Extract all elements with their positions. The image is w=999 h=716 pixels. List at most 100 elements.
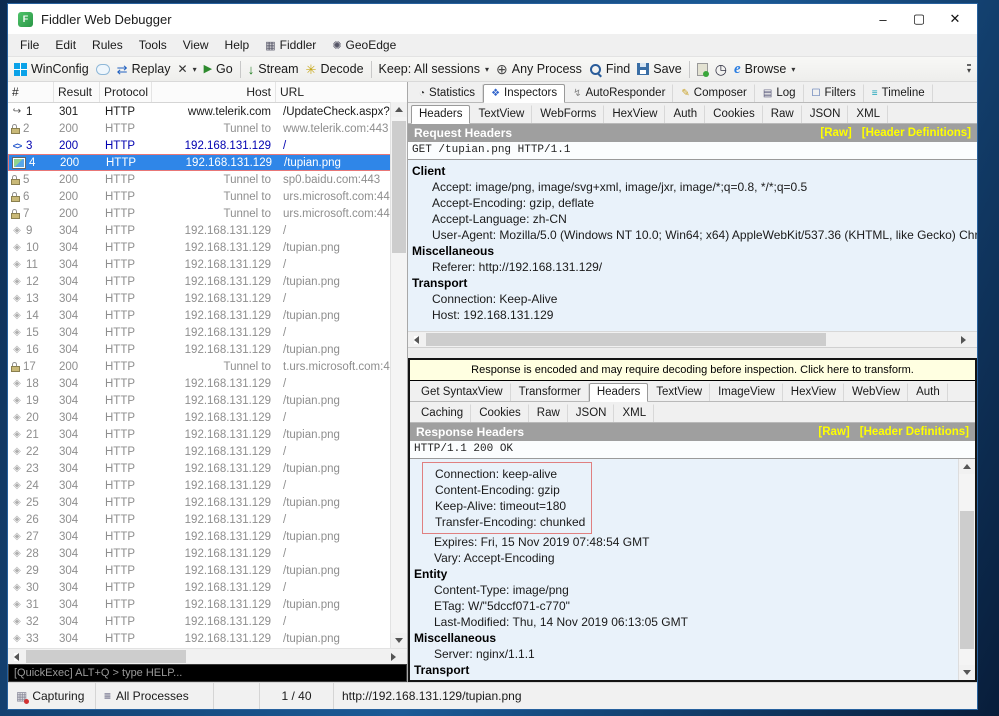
column-header-[interactable]: # <box>8 82 54 102</box>
menu-item-rules[interactable]: Rules <box>84 36 131 54</box>
response-tab-webview[interactable]: WebView <box>844 383 908 401</box>
menu-item-geoedge[interactable]: ✺GeoEdge <box>324 36 404 54</box>
scroll-down-icon[interactable] <box>959 665 975 680</box>
table-row[interactable]: 17200HTTPTunnel tot.urs.microsoft.com:44… <box>8 358 407 375</box>
table-row[interactable]: ◈25304HTTP192.168.131.129/tupian.png <box>8 494 407 511</box>
table-row[interactable]: 4200HTTP192.168.131.129/tupian.png <box>8 154 407 171</box>
response-tab-textview[interactable]: TextView <box>648 383 710 401</box>
response-tab-auth[interactable]: Auth <box>908 383 948 401</box>
table-row[interactable]: 7200HTTPTunnel tours.microsoft.com:443 <box>8 205 407 222</box>
table-row[interactable]: ◈11304HTTP192.168.131.129/ <box>8 256 407 273</box>
table-row[interactable]: ◈28304HTTP192.168.131.129/ <box>8 545 407 562</box>
scroll-thumb[interactable] <box>392 121 406 253</box>
response-vertical-scrollbar[interactable] <box>958 459 975 680</box>
response-tab-headers[interactable]: Headers <box>589 383 648 402</box>
keep-all-sessions-button[interactable]: Keep: All sessions▾ <box>379 62 489 76</box>
request-tab-auth[interactable]: Auth <box>665 105 705 123</box>
close-button[interactable]: ✕ <box>937 6 973 32</box>
table-row[interactable]: 2200HTTPTunnel towww.telerik.com:443 <box>8 120 407 137</box>
maximize-button[interactable]: ▢ <box>901 6 937 32</box>
table-row[interactable]: ◈26304HTTP192.168.131.129/ <box>8 511 407 528</box>
tab-statistics[interactable]: ◔Statistics <box>411 84 483 102</box>
table-row[interactable]: ◈16304HTTP192.168.131.129/tupian.png <box>8 341 407 358</box>
response-tab-caching[interactable]: Caching <box>413 404 471 422</box>
table-row[interactable]: ◈14304HTTP192.168.131.129/tupian.png <box>8 307 407 324</box>
tab-composer[interactable]: ✎Composer <box>673 84 754 102</box>
table-row[interactable]: ◈20304HTTP192.168.131.129/ <box>8 409 407 426</box>
go-button[interactable]: ▶Go <box>204 62 233 76</box>
process-filter[interactable]: ≡ All Processes <box>96 683 214 709</box>
response-tab-raw[interactable]: Raw <box>529 404 568 422</box>
request-tab-textview[interactable]: TextView <box>470 105 532 123</box>
request-tab-raw[interactable]: Raw <box>763 105 802 123</box>
table-row[interactable]: ↪1301HTTPwww.telerik.com/UpdateCheck.asp… <box>8 103 407 120</box>
browse-button[interactable]: eBrowse▾ <box>734 62 795 77</box>
clock-button[interactable]: ◷ <box>715 62 727 76</box>
menu-item-edit[interactable]: Edit <box>47 36 84 54</box>
session-vertical-scrollbar[interactable] <box>390 102 407 648</box>
winconfig-button[interactable]: WinConfig <box>14 62 89 76</box>
table-row[interactable]: ◈10304HTTP192.168.131.129/tupian.png <box>8 239 407 256</box>
menu-item-fiddler[interactable]: ▦Fiddler <box>257 36 324 54</box>
scroll-thumb[interactable] <box>426 333 826 346</box>
table-row[interactable]: ◈12304HTTP192.168.131.129/tupian.png <box>8 273 407 290</box>
scroll-left-icon[interactable] <box>8 649 24 664</box>
scroll-up-icon[interactable] <box>959 459 975 474</box>
response-tab-cookies[interactable]: Cookies <box>471 404 529 422</box>
request-tab-webforms[interactable]: WebForms <box>532 105 604 123</box>
table-row[interactable]: ◈9304HTTP192.168.131.129/ <box>8 222 407 239</box>
table-row[interactable]: ◈23304HTTP192.168.131.129/tupian.png <box>8 460 407 477</box>
session-horizontal-scrollbar[interactable] <box>8 648 407 664</box>
table-row[interactable]: ◈32304HTTP192.168.131.129/ <box>8 613 407 630</box>
scroll-right-icon[interactable] <box>391 649 407 664</box>
toolbar-overflow-icon[interactable]: ▾ <box>967 64 971 75</box>
column-header-url[interactable]: URL <box>276 82 407 102</box>
paste-button[interactable] <box>697 63 708 76</box>
panel-splitter[interactable] <box>408 347 977 358</box>
response-tab-xml[interactable]: XML <box>614 404 654 422</box>
response-tab-imageview[interactable]: ImageView <box>710 383 783 401</box>
response-tab-get-syntaxview[interactable]: Get SyntaxView <box>413 383 511 401</box>
table-row[interactable]: 6200HTTPTunnel tours.microsoft.com:443 <box>8 188 407 205</box>
menu-item-tools[interactable]: Tools <box>131 36 175 54</box>
capturing-indicator[interactable]: ▦ Capturing <box>8 683 96 709</box>
table-row[interactable]: 5200HTTPTunnel tosp0.baidu.com:443 <box>8 171 407 188</box>
find-button[interactable]: Find <box>589 62 630 76</box>
table-row[interactable]: ◈19304HTTP192.168.131.129/tupian.png <box>8 392 407 409</box>
replay-button[interactable]: ⇄Replay <box>117 62 171 76</box>
table-row[interactable]: ◈22304HTTP192.168.131.129/ <box>8 443 407 460</box>
decode-button[interactable]: ✳Decode <box>306 62 364 76</box>
table-row[interactable]: ◈15304HTTP192.168.131.129/ <box>8 324 407 341</box>
tab-autoresponder[interactable]: ↯AutoResponder <box>565 84 673 102</box>
request-tab-hexview[interactable]: HexView <box>604 105 665 123</box>
tab-timeline[interactable]: ≡Timeline <box>864 84 933 102</box>
request-tab-json[interactable]: JSON <box>802 105 849 123</box>
request-tab-headers[interactable]: Headers <box>411 105 470 124</box>
table-row[interactable]: ◈30304HTTP192.168.131.129/ <box>8 579 407 596</box>
column-header-protocol[interactable]: Protocol <box>100 82 152 102</box>
tab-filters[interactable]: ☐Filters <box>804 84 864 102</box>
table-row[interactable]: ◈18304HTTP192.168.131.129/ <box>8 375 407 392</box>
response-tab-json[interactable]: JSON <box>568 404 615 422</box>
stream-button[interactable]: ↓Stream <box>248 62 299 76</box>
table-row[interactable]: <>3200HTTP192.168.131.129/ <box>8 137 407 154</box>
response-tab-transformer[interactable]: Transformer <box>511 383 589 401</box>
comment-button[interactable] <box>96 64 110 75</box>
scroll-down-icon[interactable] <box>391 633 407 648</box>
table-row[interactable]: ◈24304HTTP192.168.131.129/ <box>8 477 407 494</box>
quickexec-input[interactable]: [QuickExec] ALT+Q > type HELP... <box>8 664 407 682</box>
save-button[interactable]: Save <box>637 62 682 76</box>
request-tab-cookies[interactable]: Cookies <box>705 105 763 123</box>
any-process-button[interactable]: ⊕Any Process <box>496 62 582 76</box>
tab-inspectors[interactable]: ❖Inspectors <box>483 84 565 103</box>
scroll-right-icon[interactable] <box>961 332 977 347</box>
menu-item-help[interactable]: Help <box>217 36 258 54</box>
menu-item-file[interactable]: File <box>12 36 47 54</box>
header-definitions-link[interactable]: [Header Definitions] <box>862 127 971 139</box>
table-row[interactable]: ◈13304HTTP192.168.131.129/ <box>8 290 407 307</box>
response-tab-hexview[interactable]: HexView <box>783 383 844 401</box>
raw-link[interactable]: [Raw] <box>820 127 851 139</box>
scroll-thumb[interactable] <box>960 511 974 649</box>
table-row[interactable]: ◈27304HTTP192.168.131.129/tupian.png <box>8 528 407 545</box>
table-row[interactable]: ◈29304HTTP192.168.131.129/tupian.png <box>8 562 407 579</box>
